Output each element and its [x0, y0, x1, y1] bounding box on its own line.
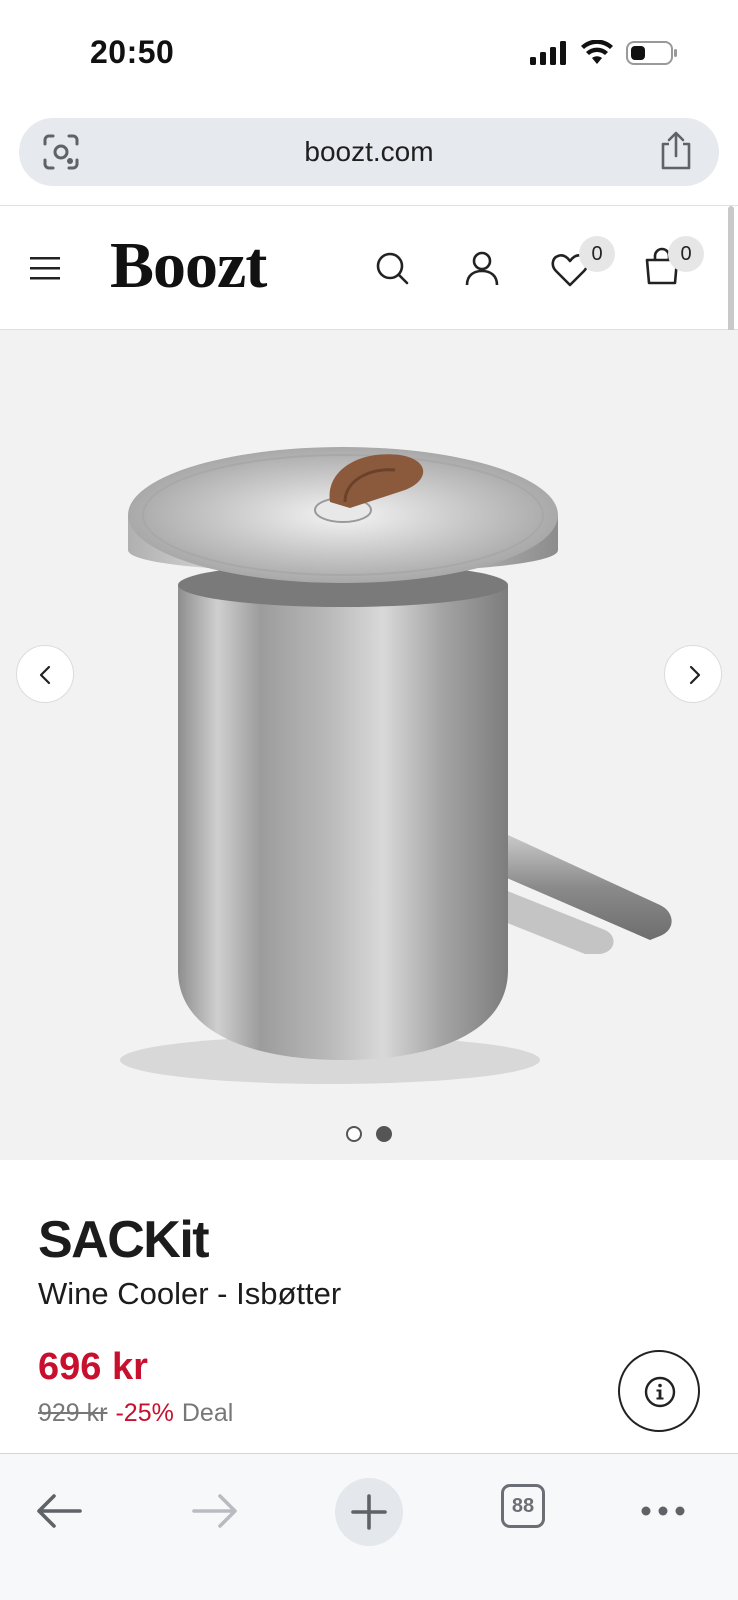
deal-label: Deal	[181, 1399, 234, 1427]
tab-switcher-button[interactable]: 88	[501, 1484, 545, 1528]
product-brand[interactable]: SACKit	[38, 1210, 210, 1270]
product-name: Wine Cooler - Isbøtter	[38, 1276, 342, 1311]
account-icon[interactable]	[462, 248, 502, 288]
battery-icon	[626, 41, 677, 65]
menu-icon[interactable]	[30, 254, 62, 282]
forward-arrow-icon[interactable]	[180, 1476, 250, 1546]
gallery-dot[interactable]	[346, 1126, 362, 1142]
gallery-next-button[interactable]	[664, 645, 722, 703]
original-price: 929 kr	[38, 1399, 108, 1427]
price-info-button[interactable]	[618, 1350, 700, 1432]
url-bar[interactable]: boozt.com	[19, 118, 719, 186]
product-gallery[interactable]	[0, 330, 738, 1160]
status-icons	[530, 40, 678, 66]
back-arrow-icon[interactable]	[24, 1476, 94, 1546]
gallery-dot-active[interactable]	[376, 1126, 392, 1142]
logo[interactable]: Boozt	[110, 228, 267, 304]
gallery-pagination	[0, 1126, 738, 1142]
wifi-icon	[581, 40, 613, 64]
cart-count-badge: 0	[668, 236, 704, 272]
more-options-icon[interactable]	[628, 1476, 698, 1546]
cellular-signal-icon	[530, 41, 566, 65]
product-price: 696 kr	[38, 1346, 148, 1388]
site-header: Boozt 0 0	[0, 206, 738, 330]
chevron-left-icon	[39, 665, 51, 685]
new-tab-button[interactable]	[335, 1478, 403, 1546]
plus-icon	[351, 1494, 387, 1530]
wishlist-count-badge: 0	[579, 236, 615, 272]
discount-percentage: -25%	[115, 1399, 174, 1427]
share-icon[interactable]	[657, 130, 695, 172]
url-text[interactable]: boozt.com	[19, 136, 719, 168]
product-image	[120, 447, 672, 1084]
gallery-prev-button[interactable]	[16, 645, 74, 703]
chevron-right-icon	[689, 665, 701, 685]
search-icon[interactable]	[372, 248, 412, 288]
info-icon	[644, 1376, 676, 1408]
status-bar: 20:50	[0, 0, 738, 110]
status-time: 20:50	[90, 34, 175, 70]
price-details: 929 kr -25% Deal	[38, 1399, 233, 1428]
browser-toolbar: 88	[0, 1454, 738, 1600]
